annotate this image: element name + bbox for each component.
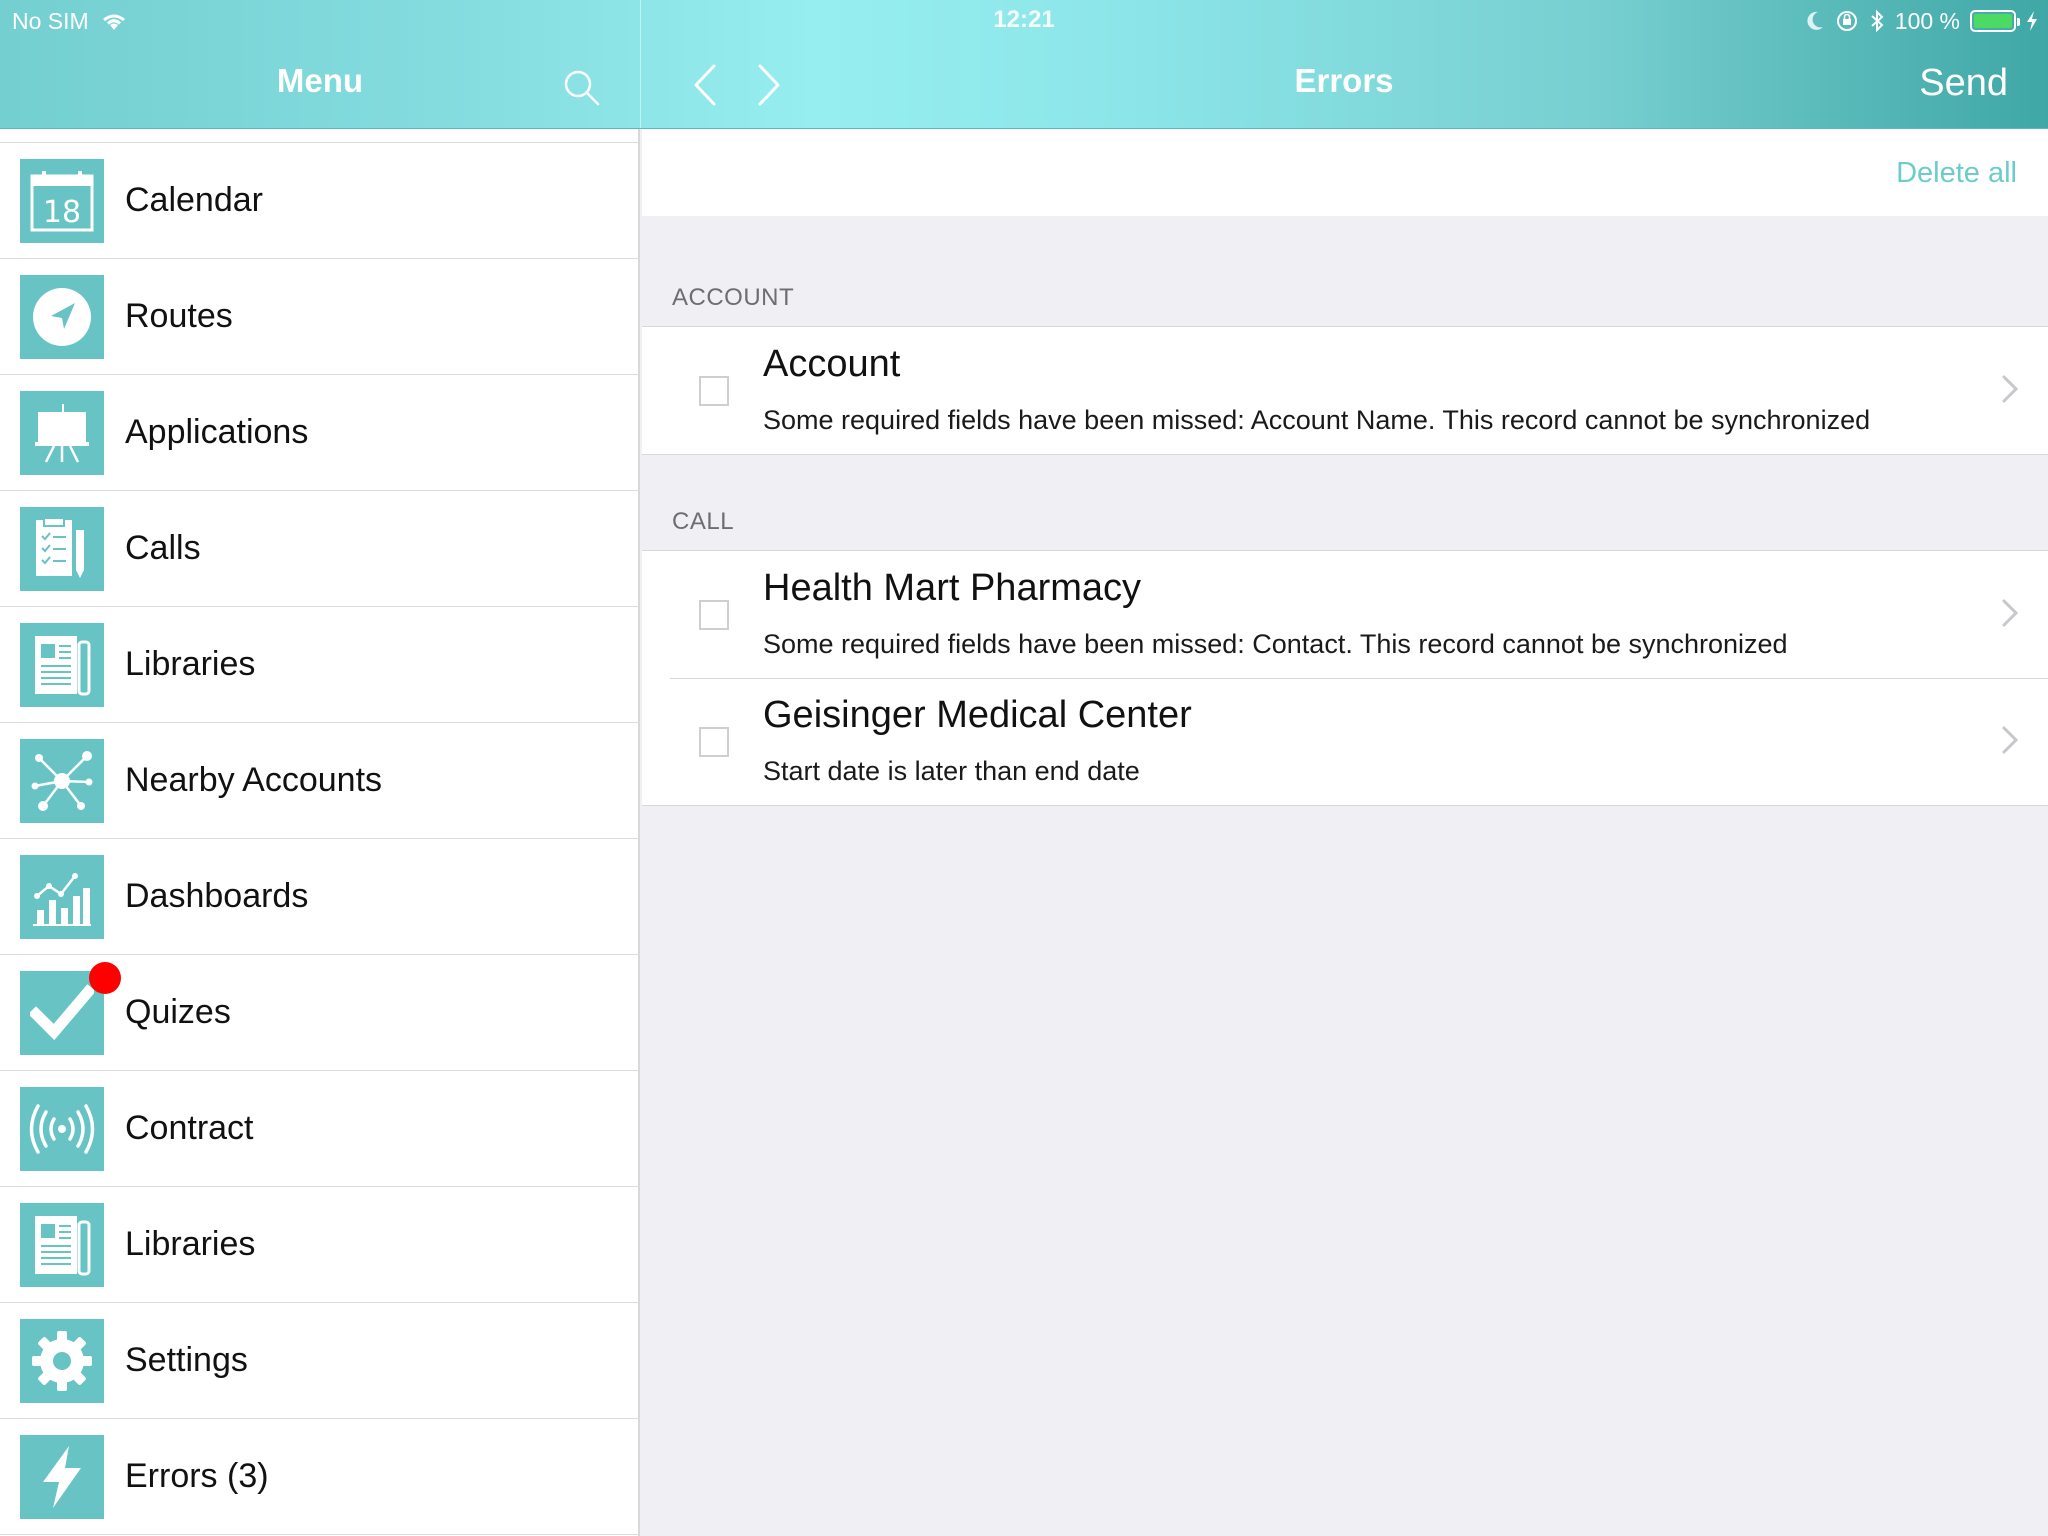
chart-icon: [20, 855, 104, 939]
chevron-right-icon: [2002, 375, 2019, 403]
sidebar-item-label: Calendar: [125, 181, 263, 219]
delete-all-button[interactable]: Delete all: [1896, 157, 2017, 190]
row-title: Health Mart Pharmacy: [763, 567, 1142, 609]
row-title: Account: [763, 343, 901, 385]
chevron-right-icon: [2002, 599, 2019, 627]
sidebar-item-label: Calls: [125, 529, 201, 567]
error-row[interactable]: Health Mart Pharmacy Some required field…: [642, 551, 2048, 678]
status-time: 12:21: [993, 6, 1055, 33]
sidebar-item-errors[interactable]: Errors (3): [0, 1419, 638, 1535]
menu-title: Menu: [276, 62, 364, 99]
sidebar-item-nearby-accounts[interactable]: Nearby Accounts: [0, 723, 638, 839]
row-subtitle: Some required fields have been missed: A…: [763, 405, 1871, 435]
row-title: Geisinger Medical Center: [763, 694, 1192, 736]
sidebar-item-label: Dashboards: [125, 877, 309, 915]
sidebar-item-contract[interactable]: Contract: [0, 1071, 638, 1187]
sidebar-item-label: Nearby Accounts: [125, 761, 383, 799]
battery-icon: [1970, 10, 2020, 32]
bluetooth-icon: [1871, 9, 1884, 33]
sidebar-item-label: Settings: [125, 1341, 248, 1379]
notification-badge: [89, 962, 121, 994]
send-button[interactable]: Send: [1919, 62, 2008, 105]
sidebar-item-applications[interactable]: Applications: [0, 375, 638, 491]
sidebar-item-calls[interactable]: Calls: [0, 491, 638, 607]
call-group: Health Mart Pharmacy Some required field…: [642, 550, 2048, 806]
row-checkbox[interactable]: [699, 600, 729, 630]
gear-icon: [20, 1319, 104, 1403]
sidebar-item-label: Applications: [125, 413, 309, 451]
sidebar-item-label: Errors (3): [125, 1457, 269, 1495]
sidebar-item-label: Libraries: [125, 1225, 256, 1263]
sidebar-item-quizes[interactable]: Quizes: [0, 955, 638, 1071]
page-title: Errors: [1294, 62, 1394, 99]
row-subtitle: Start date is later than end date: [763, 756, 1140, 786]
row-checkbox[interactable]: [699, 376, 729, 406]
header-bar: No SIM 12:21 100 % Menu Errors Send: [0, 0, 2048, 129]
sidebar-item-routes[interactable]: Routes: [0, 259, 638, 375]
sidebar-item-dashboards[interactable]: Dashboards: [0, 839, 638, 955]
clipboard-icon: [20, 507, 104, 591]
toolbar: Delete all: [642, 129, 2048, 216]
sidebar-item-libraries[interactable]: Libraries: [0, 607, 638, 723]
network-icon: [20, 739, 104, 823]
account-group: Account Some required fields have been m…: [642, 326, 2048, 455]
battery-percent: 100 %: [1894, 7, 1960, 34]
sidebar-item-settings[interactable]: Settings: [0, 1303, 638, 1419]
error-row[interactable]: Geisinger Medical Center Start date is l…: [642, 678, 2048, 805]
sidebar: 18 Calendar Routes Applications Calls Li…: [0, 129, 640, 1536]
sidebar-item-label: Libraries: [125, 645, 256, 683]
row-subtitle: Some required fields have been missed: C…: [763, 629, 1788, 659]
sidebar-item-label: Quizes: [125, 993, 231, 1031]
rotation-lock-icon: [1836, 11, 1857, 31]
section-header-account: ACCOUNT: [672, 284, 795, 311]
section-header-call: CALL: [672, 508, 735, 535]
moon-icon: [1807, 11, 1823, 30]
compass-icon: [20, 275, 104, 359]
chevron-right-icon: [2002, 726, 2019, 754]
sidebar-item-calendar[interactable]: 18 Calendar: [0, 143, 638, 259]
lightning-icon: [20, 1435, 104, 1519]
sidebar-item-label: Routes: [125, 297, 233, 335]
status-right: 100 %: [1805, 6, 2038, 36]
sidebar-item-libraries[interactable]: Libraries: [0, 1187, 638, 1303]
presentation-icon: [20, 391, 104, 475]
broadcast-icon: [20, 1087, 104, 1171]
charging-icon: [2027, 11, 2037, 31]
newspaper-icon: [20, 1203, 104, 1287]
errors-panel: Delete all ACCOUNT Account Some required…: [642, 129, 2048, 1536]
calendar-icon: 18: [20, 159, 104, 243]
sidebar-item-label: Contract: [125, 1109, 254, 1147]
newspaper-icon: [20, 623, 104, 707]
search-icon[interactable]: [562, 68, 602, 108]
error-row[interactable]: Account Some required fields have been m…: [642, 327, 2048, 454]
row-checkbox[interactable]: [699, 727, 729, 757]
calendar-day: 18: [43, 195, 81, 230]
